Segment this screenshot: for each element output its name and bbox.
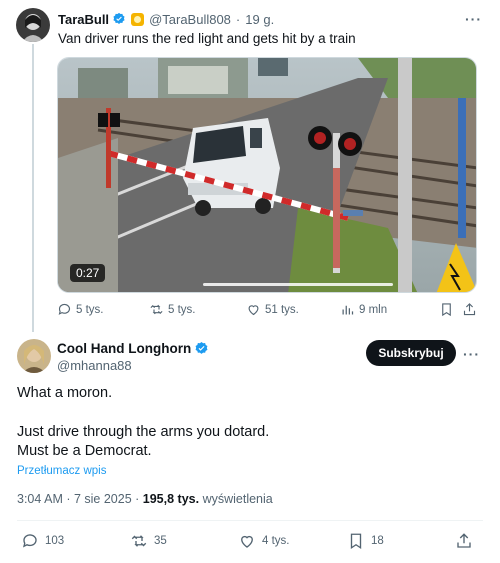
tweet-text: Van driver runs the red light and gets h… <box>58 31 356 46</box>
badge-emoji-icon <box>131 12 145 26</box>
share-icon <box>463 303 476 316</box>
tweet-line: What a moron. <box>17 385 113 401</box>
like-button[interactable]: 51 tys. <box>246 302 299 317</box>
reply-button[interactable]: 103 <box>21 532 64 550</box>
time-ago[interactable]: 19 g. <box>245 12 274 27</box>
timestamp[interactable]: 3:04 AM · 7 sie 2025 · <box>17 492 139 506</box>
views-button[interactable]: 9 mln <box>340 302 387 317</box>
repost-button[interactable]: 35 <box>130 532 167 550</box>
main-action-bar: 103 35 4 tys. 18 <box>17 532 483 554</box>
share-button[interactable] <box>455 532 479 550</box>
video-progress-bar[interactable] <box>203 283 393 286</box>
video-timecode: 0:27 <box>70 264 106 282</box>
avatar[interactable] <box>16 8 50 42</box>
share-icon <box>457 533 471 548</box>
reply-button[interactable]: 5 tys. <box>57 302 103 317</box>
subscribe-button[interactable]: Subskrybuj <box>366 340 456 366</box>
parent-action-bar: 5 tys. 5 tys. 51 tys. 9 mln <box>57 302 477 322</box>
translate-link[interactable]: Przetłumacz wpis <box>17 465 106 477</box>
parent-header: TaraBull @TaraBull808 · 19 g. <box>58 10 274 28</box>
video-player[interactable]: 0:27 <box>57 57 477 293</box>
reply-icon <box>22 534 37 548</box>
reply-count: 103 <box>45 535 65 547</box>
like-count: 4 tys. <box>262 535 290 547</box>
like-icon <box>248 305 259 316</box>
tweet-line: Must be a Democrat. <box>17 443 152 459</box>
bookmark-icon <box>442 303 451 317</box>
views-icon <box>342 305 354 315</box>
like-button[interactable]: 4 tys. <box>238 532 289 550</box>
more-options-icon[interactable]: ··· <box>463 346 480 362</box>
like-count: 51 tys. <box>265 303 299 316</box>
repost-count: 5 tys. <box>168 303 196 316</box>
repost-icon <box>150 304 163 315</box>
tweet-line: Just drive through the arms you dotard. <box>17 423 270 440</box>
author-name[interactable]: TaraBull <box>58 12 109 27</box>
repost-count: 35 <box>154 535 167 547</box>
views-label: wyświetlenia <box>202 492 273 506</box>
bookmark-count: 18 <box>371 535 384 547</box>
divider <box>17 520 483 521</box>
author-name[interactable]: Cool Hand Longhorn <box>57 341 191 356</box>
separator: · <box>235 11 241 27</box>
author-name-row: Cool Hand Longhorn <box>57 341 209 356</box>
handle[interactable]: @TaraBull808 <box>149 12 231 27</box>
parent-tweet: TaraBull @TaraBull808 · 19 g. ··· Van dr… <box>0 0 500 332</box>
repost-button[interactable]: 5 tys. <box>149 302 195 317</box>
bookmark-button[interactable] <box>439 302 458 317</box>
more-options-icon[interactable]: ··· <box>465 11 482 27</box>
repost-icon <box>131 535 147 547</box>
thread-line <box>32 44 34 332</box>
bookmark-icon <box>350 533 362 550</box>
like-icon <box>241 535 253 548</box>
handle[interactable]: @mhanna88 <box>57 358 132 373</box>
avatar[interactable] <box>17 339 51 373</box>
views-count: 195,8 tys. <box>142 492 200 506</box>
bookmark-button[interactable]: 18 <box>347 532 384 550</box>
verified-badge-icon <box>113 12 125 24</box>
video-frame <box>58 58 476 292</box>
reply-count: 5 tys. <box>76 303 104 316</box>
views-count: 9 mln <box>359 303 388 316</box>
tweet-meta: 3:04 AM · 7 sie 2025 · 195,8 tys. wyświe… <box>17 492 273 506</box>
tweet-text: What a moron. Just drive through the arm… <box>17 384 269 462</box>
share-button[interactable] <box>462 302 481 317</box>
verified-badge-icon <box>195 341 208 354</box>
reply-icon <box>58 303 71 315</box>
